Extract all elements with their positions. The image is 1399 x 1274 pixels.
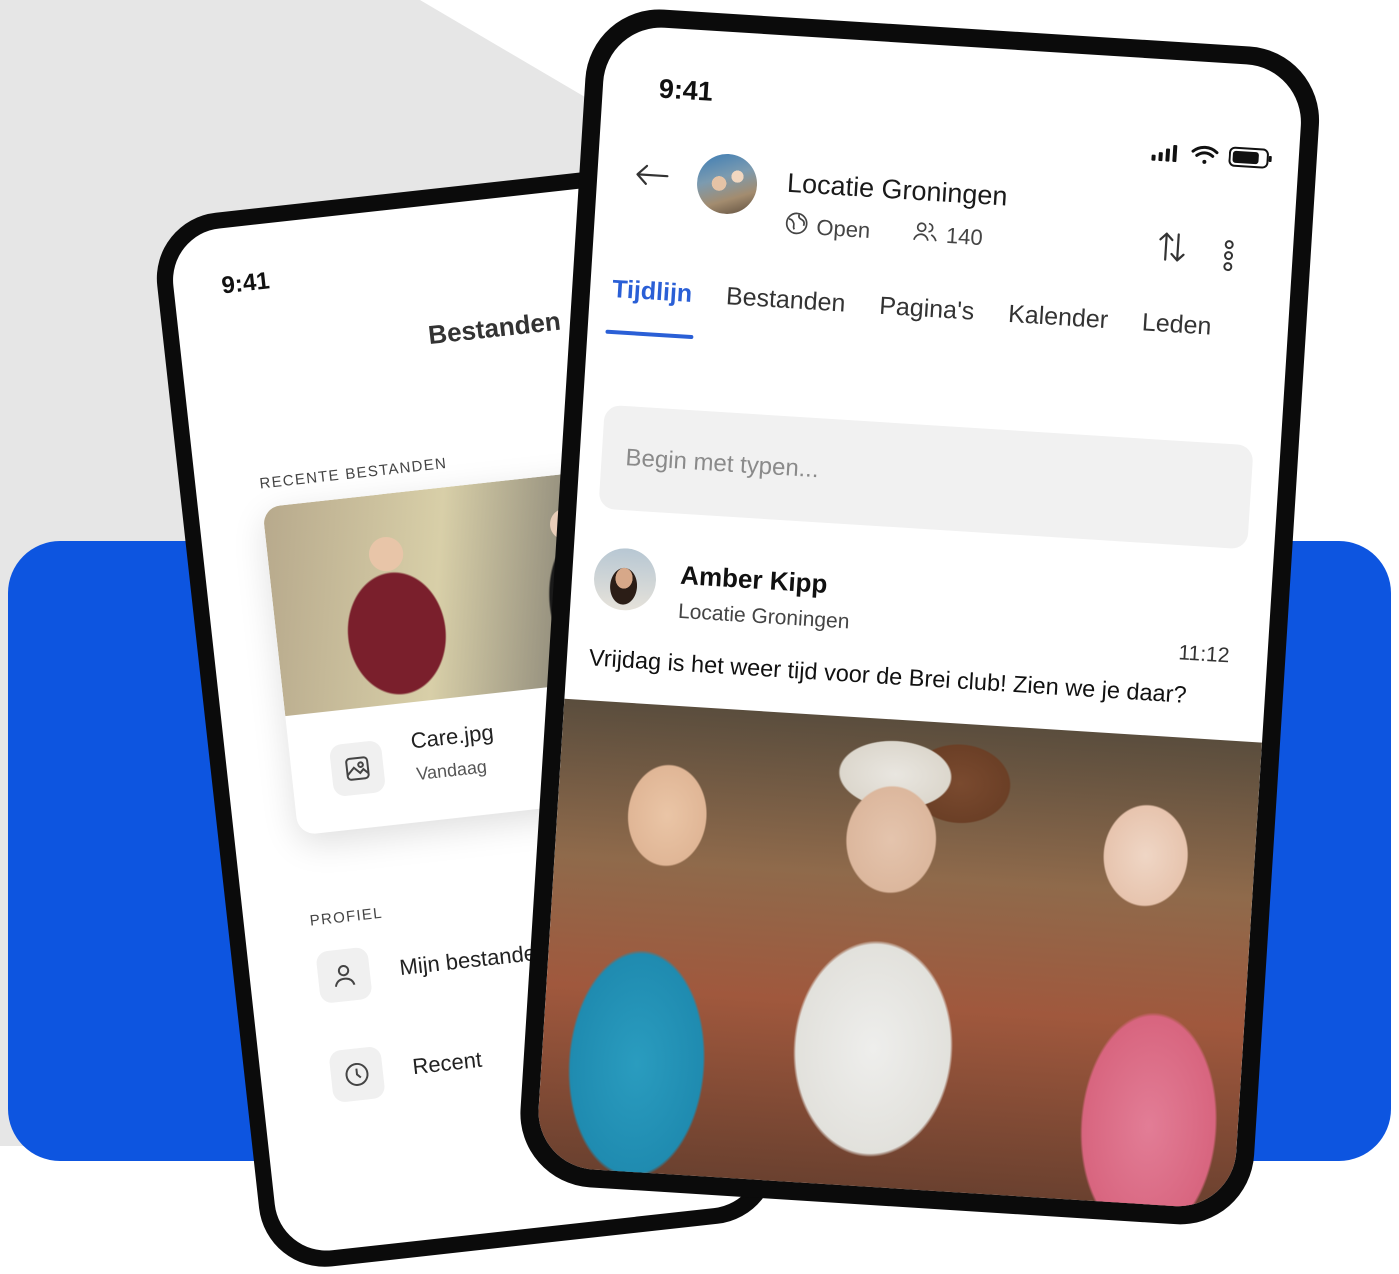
member-count: 140 bbox=[945, 222, 984, 251]
members-icon bbox=[911, 219, 939, 251]
post-location: Locatie Groningen bbox=[677, 599, 851, 634]
menu-item-recent[interactable]: Recent bbox=[411, 1047, 483, 1080]
post-photo[interactable] bbox=[535, 698, 1263, 1210]
recent-files-label: RECENTE BESTANDEN bbox=[258, 454, 448, 493]
compose-placeholder: Begin met typen... bbox=[624, 444, 820, 484]
file-date: Vandaag bbox=[415, 756, 488, 785]
group-avatar bbox=[695, 152, 759, 216]
battery-icon bbox=[1228, 145, 1274, 175]
tab-timeline[interactable]: Tijdlijn bbox=[611, 275, 693, 309]
status-time: 9:41 bbox=[657, 73, 714, 107]
post-timestamp: 11:12 bbox=[1177, 641, 1231, 668]
tab-members[interactable]: Leden bbox=[1141, 308, 1212, 341]
wifi-icon bbox=[1190, 143, 1220, 172]
visibility-label: Open bbox=[815, 214, 872, 244]
tab-calendar[interactable]: Kalender bbox=[1007, 300, 1109, 335]
group-meta: Open 140 bbox=[784, 211, 984, 253]
status-time: 9:41 bbox=[220, 267, 271, 300]
person-icon bbox=[315, 946, 373, 1004]
author-avatar[interactable] bbox=[592, 546, 658, 613]
phone-group: 9:41 Locatie Groningen Open 140 Tijdlijn… bbox=[515, 5, 1324, 1229]
group-screen: 9:41 Locatie Groningen Open 140 Tijdlijn… bbox=[535, 24, 1305, 1210]
menu-item-my-files[interactable]: Mijn bestanden bbox=[398, 939, 549, 981]
back-arrow-icon[interactable] bbox=[634, 162, 670, 193]
more-options-icon[interactable] bbox=[1221, 239, 1235, 277]
post-author[interactable]: Amber Kipp bbox=[679, 560, 828, 600]
page-title: Bestanden bbox=[426, 305, 563, 351]
file-name: Care.jpg bbox=[409, 719, 495, 754]
tab-files[interactable]: Bestanden bbox=[725, 282, 846, 318]
globe-icon bbox=[784, 211, 810, 242]
compose-input[interactable]: Begin met typen... bbox=[598, 404, 1254, 550]
image-icon bbox=[328, 739, 387, 798]
signal-icon bbox=[1150, 142, 1182, 169]
sort-icon[interactable] bbox=[1156, 229, 1188, 270]
clock-icon bbox=[328, 1045, 386, 1104]
post-text: Vrijdag is het weer tijd voor de Brei cl… bbox=[588, 644, 1188, 708]
status-icons bbox=[1150, 141, 1273, 176]
tab-pages[interactable]: Pagina's bbox=[878, 292, 975, 327]
group-name: Locatie Groningen bbox=[786, 167, 1009, 212]
group-tabs: Tijdlijn Bestanden Pagina's Kalender Led… bbox=[611, 275, 1212, 342]
profile-label: PROFIEL bbox=[308, 904, 384, 930]
